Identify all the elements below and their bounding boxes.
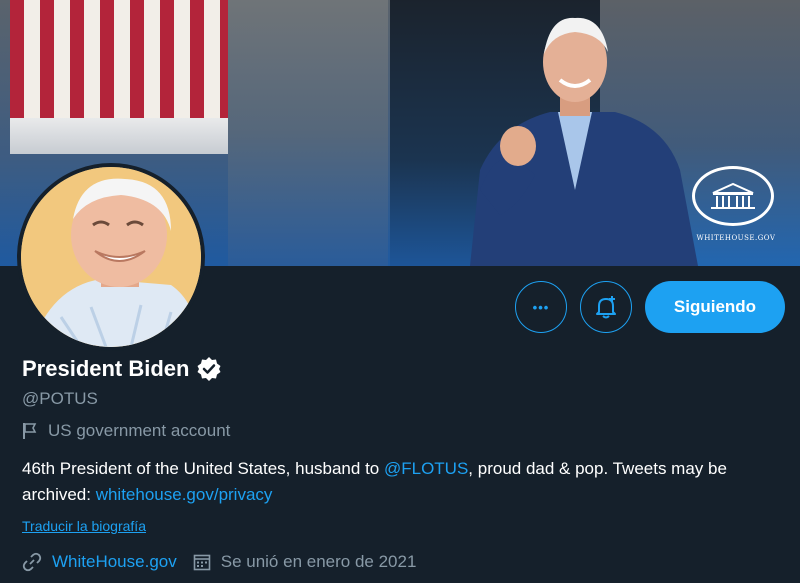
avatar-portrait bbox=[21, 167, 201, 347]
banner-portrait bbox=[470, 17, 698, 266]
government-account-text: US government account bbox=[48, 421, 231, 440]
banner-pillar bbox=[228, 0, 388, 266]
link-icon bbox=[22, 552, 42, 572]
avatar[interactable] bbox=[17, 163, 205, 351]
banner-flag bbox=[10, 0, 228, 118]
banner-flag-base bbox=[10, 118, 228, 154]
bio-privacy-link[interactable]: whitehouse.gov/privacy bbox=[96, 485, 273, 504]
website-link[interactable]: WhiteHouse.gov bbox=[52, 552, 177, 572]
profile-handle: @POTUS bbox=[22, 389, 98, 408]
more-options-button[interactable]: ••• bbox=[515, 281, 567, 333]
verified-badge-icon bbox=[197, 357, 221, 381]
calendar-icon bbox=[193, 554, 211, 571]
profile-name-row: President Biden bbox=[22, 356, 222, 382]
flag-icon bbox=[23, 423, 37, 439]
banner-caption: WHITEHOUSE.GOV bbox=[696, 234, 776, 242]
white-house-logo-icon bbox=[692, 166, 774, 226]
profile-meta: WhiteHouse.gov Se unió en enero de 2021 bbox=[22, 552, 416, 572]
following-button[interactable]: Siguiendo bbox=[645, 281, 785, 333]
joined-date: Se unió en enero de 2021 bbox=[220, 552, 417, 571]
bio-text-1: 46th President of the United States, hus… bbox=[22, 459, 384, 478]
profile-name: President Biden bbox=[22, 356, 190, 381]
government-account-label: US government account bbox=[22, 421, 230, 441]
bell-plus-icon bbox=[596, 296, 616, 319]
profile-bio: 46th President of the United States, hus… bbox=[22, 456, 792, 508]
bio-mention-link[interactable]: @FLOTUS bbox=[384, 459, 468, 478]
notifications-button[interactable] bbox=[580, 281, 632, 333]
more-icon: ••• bbox=[532, 299, 550, 315]
translate-bio-link[interactable]: Traducir la biografía bbox=[22, 518, 146, 534]
